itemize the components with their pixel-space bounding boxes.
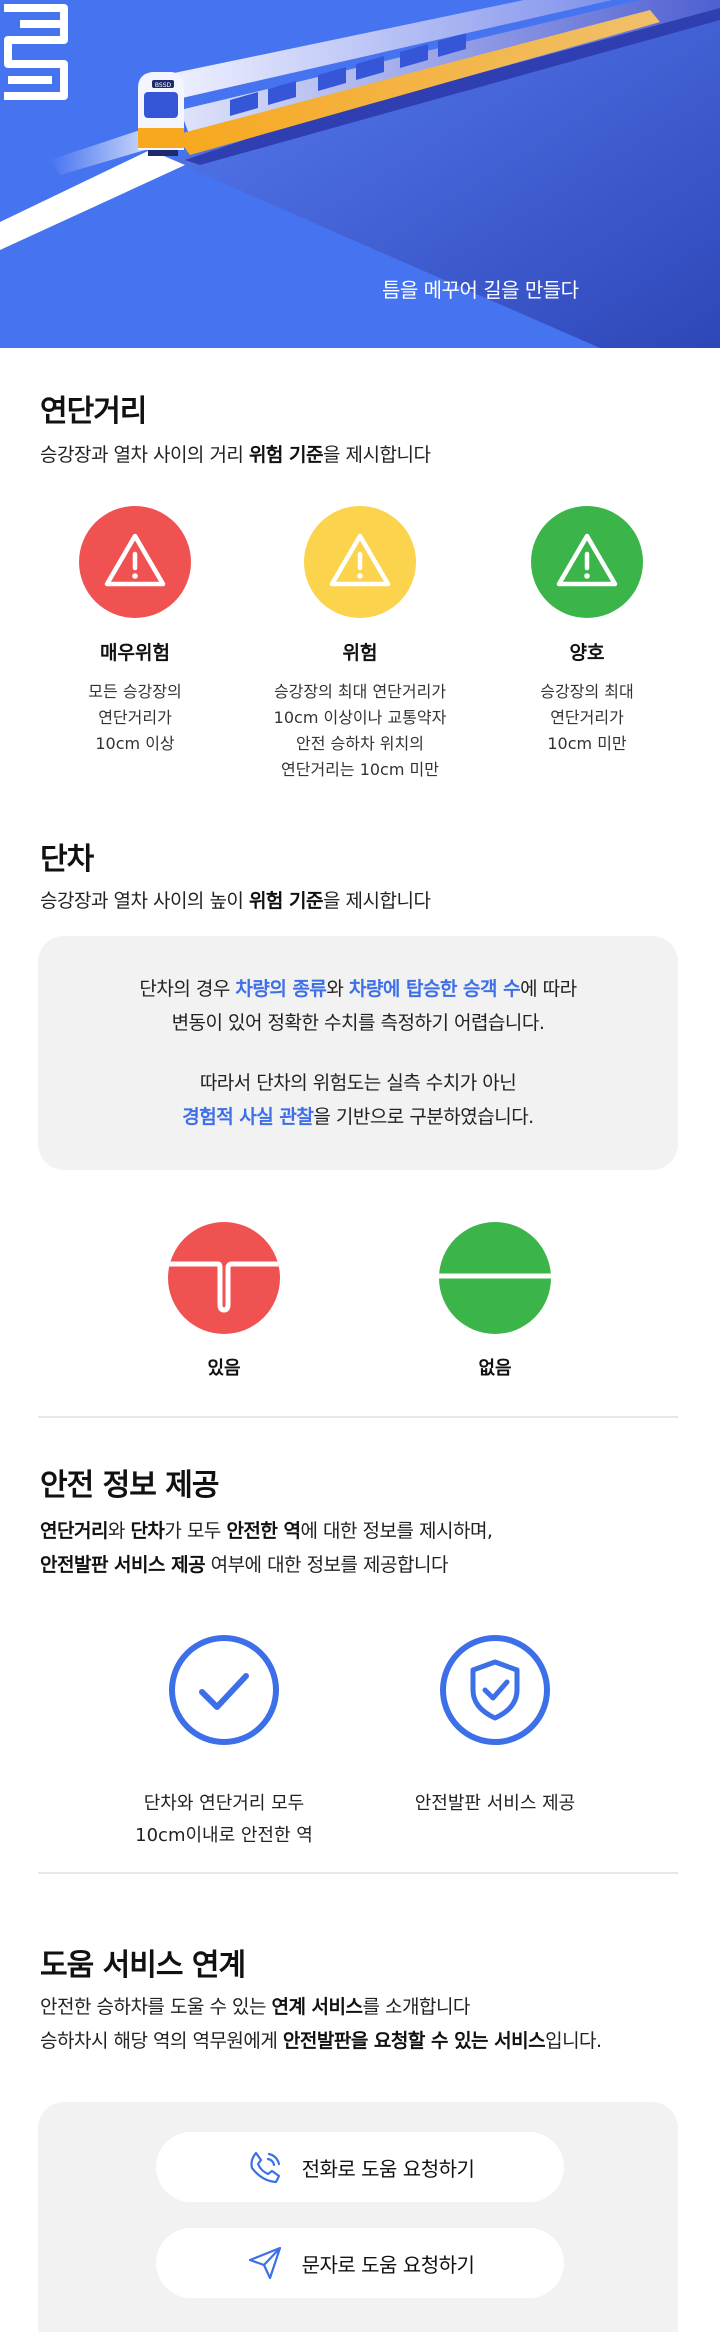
step-none-badge [439, 1222, 551, 1334]
safety-footboard-label: 안전발판 서비스 제공 [414, 1793, 576, 1814]
brand-logo-icon [4, 4, 68, 100]
step-notice-line4: 경험적 사실 관찰을 기반으로 구분하였습니다. [182, 1106, 534, 1128]
gap-level-very-danger: 매우위험 모든 승강장의 연단거리가 10cm 이상 [20, 506, 250, 757]
step-none: 없음 [395, 1222, 595, 1380]
step-notice-line3: 따라서 단차의 위험도는 실측 수치가 아닌 [199, 1072, 517, 1094]
level-label: 위험 [342, 642, 378, 664]
very-danger-badge [79, 506, 191, 618]
warning-icon [104, 533, 166, 587]
warning-icon [329, 533, 391, 587]
check-circle-icon [169, 1635, 279, 1745]
level-label: 양호 [569, 642, 605, 664]
help-section-title: 도움 서비스 연계 [40, 1948, 246, 1983]
shield-check-icon [440, 1635, 550, 1745]
level-desc: 승강장의 최대 연단거리가 10cm 미만 [540, 682, 634, 753]
safety-section-desc: 연단거리와 단차가 모두 안전한 역에 대한 정보를 제시하며, 안전발판 서비… [40, 1520, 493, 1576]
call-help-button[interactable]: 전화로 도움 요청하기 [156, 2132, 564, 2202]
sms-help-button[interactable]: 문자로 도움 요청하기 [156, 2228, 564, 2298]
hero-illustration: BSSD [0, 0, 720, 348]
safety-safe-station-label: 단차와 연단거리 모두 10cm이내로 안전한 역 [135, 1793, 313, 1846]
step-exists: 있음 [124, 1222, 324, 1380]
step-notice-box: 단차의 경우 차량의 종류와 차량에 탑승한 승객 수에 따라 변동이 있어 정… [38, 936, 678, 1170]
hero-tagline: 틈을 메꾸어 길을 만들다 [382, 278, 579, 302]
danger-badge [304, 506, 416, 618]
step-none-label: 없음 [478, 1358, 512, 1379]
section-divider [38, 1416, 678, 1418]
step-exists-label: 있음 [207, 1358, 241, 1379]
no-step-icon [439, 1273, 551, 1279]
section-divider [38, 1872, 678, 1874]
safety-footboard: 안전발판 서비스 제공 [365, 1632, 625, 1820]
step-section-desc: 승강장과 열차 사이의 높이 위험 기준을 제시합니다 [40, 890, 431, 912]
phone-icon [249, 2151, 280, 2184]
call-help-label: 전화로 도움 요청하기 [301, 2156, 475, 2181]
step-gap-icon [168, 1261, 280, 1313]
hero-banner: BSSD 틈을 메꾸어 길을 만들다 [0, 0, 720, 348]
help-section-desc: 안전한 승하차를 도울 수 있는 연계 서비스를 소개합니다 승하차시 해당 역… [40, 1996, 602, 2052]
gap-section-title: 연단거리 [40, 394, 147, 429]
send-icon [248, 2246, 281, 2280]
safety-section-title: 안전 정보 제공 [40, 1468, 219, 1503]
warning-icon [556, 533, 618, 587]
step-exists-badge [168, 1222, 280, 1334]
level-desc: 모든 승강장의 연단거리가 10cm 이상 [88, 682, 182, 753]
good-badge [531, 506, 643, 618]
level-desc: 승강장의 최대 연단거리가 10cm 이상이나 교통약자 안전 승하차 위치의 … [273, 682, 447, 779]
gap-level-danger: 위험 승강장의 최대 연단거리가 10cm 이상이나 교통약자 안전 승하차 위… [245, 506, 475, 783]
step-section-title: 단차 [40, 842, 94, 877]
gap-level-good: 양호 승강장의 최대 연단거리가 10cm 미만 [472, 506, 702, 757]
safety-safe-station: 단차와 연단거리 모두 10cm이내로 안전한 역 [94, 1632, 354, 1852]
level-label: 매우위험 [100, 642, 170, 664]
gap-section-desc: 승강장과 열차 사이의 거리 위험 기준을 제시합니다 [40, 444, 431, 466]
step-notice-line1: 단차의 경우 차량의 종류와 차량에 탑승한 승객 수에 따라 [139, 978, 577, 1000]
train-sign: BSSD [155, 82, 172, 89]
step-notice-line2: 변동이 있어 정확한 수치를 측정하기 어렵습니다. [171, 1012, 545, 1034]
sms-help-label: 문자로 도움 요청하기 [301, 2252, 475, 2277]
